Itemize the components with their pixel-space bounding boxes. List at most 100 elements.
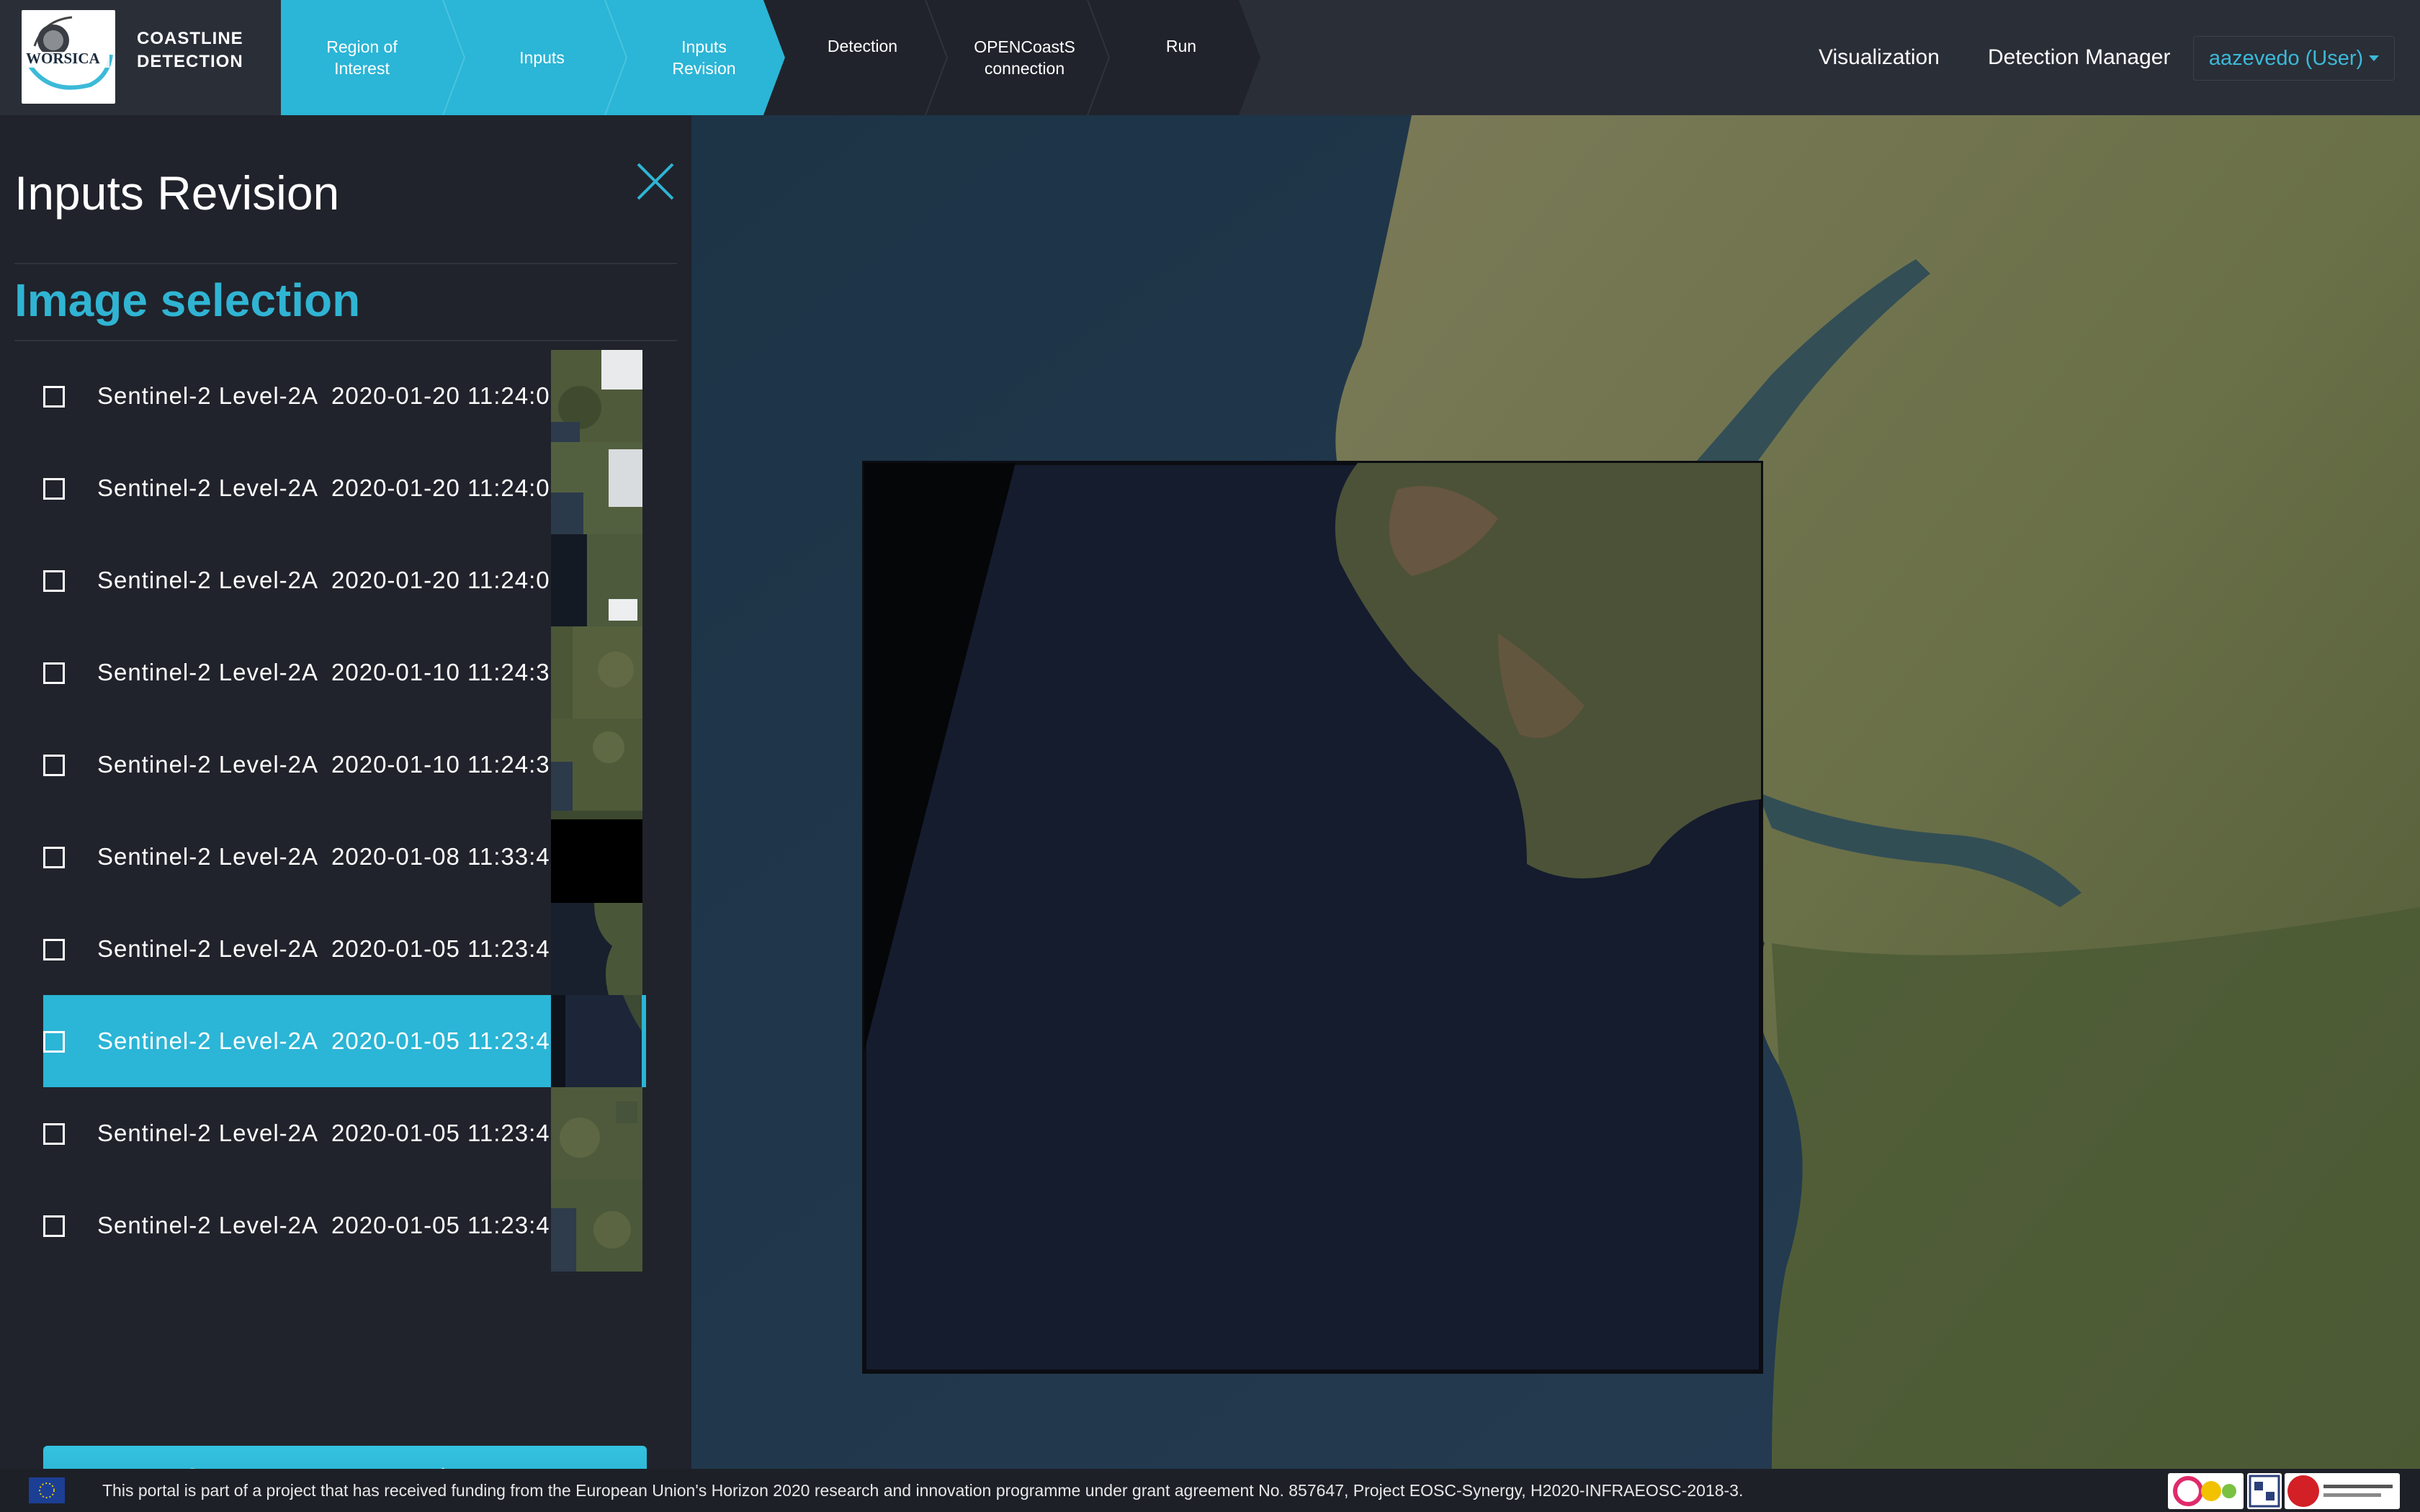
- image-thumbnail: [551, 903, 642, 995]
- logo-text: WORSICA: [26, 50, 100, 67]
- image-product: Sentinel-2 Level-2A: [97, 751, 319, 778]
- image-datetime: 2020-01-10 11:24:31: [331, 659, 564, 685]
- image-checkbox[interactable]: [43, 1123, 65, 1145]
- map-imagery: [691, 115, 2420, 1469]
- footer: This portal is part of a project that ha…: [0, 1469, 2420, 1512]
- nav-visualization[interactable]: Visualization: [1819, 0, 1940, 115]
- image-row[interactable]: Sentinel-2 Level-2A 2020-01-05 11:23:49: [43, 1179, 648, 1272]
- image-label: Sentinel-2 Level-2A 2020-01-05 11:23:49: [97, 903, 564, 995]
- brand[interactable]: WORSICA COASTLINE DETECTION: [0, 0, 281, 115]
- image-row[interactable]: Sentinel-2 Level-2A 2020-01-08 11:33:49: [43, 811, 648, 903]
- image-row[interactable]: Sentinel-2 Level-2A 2020-01-10 11:24:31: [43, 626, 648, 719]
- funding-notice: This portal is part of a project that ha…: [102, 1480, 1744, 1500]
- image-label: Sentinel-2 Level-2A 2020-01-20 11:24:01: [97, 534, 564, 626]
- image-product: Sentinel-2 Level-2A: [97, 659, 319, 685]
- image-checkbox[interactable]: [43, 755, 65, 776]
- step-label: Detection: [827, 37, 898, 55]
- step-label: Revision: [672, 59, 736, 78]
- image-label: Sentinel-2 Level-2A 2020-01-20 11:24:01: [97, 350, 564, 442]
- step-opencoasts-connection[interactable]: OPENCoastS connection: [944, 0, 1106, 115]
- partner-logo-lnec[interactable]: [2285, 1473, 2400, 1509]
- image-row[interactable]: Sentinel-2 Level-2A 2020-01-10 11:24:31: [43, 719, 648, 811]
- image-product: Sentinel-2 Level-2A: [97, 382, 319, 409]
- image-row-selected[interactable]: Sentinel-2 Level-2A 2020-01-05 11:23:49: [43, 995, 648, 1087]
- step-run[interactable]: Run: [1106, 0, 1257, 115]
- image-label: Sentinel-2 Level-2A 2020-01-08 11:33:49: [97, 811, 564, 903]
- step-label: Inputs: [681, 37, 727, 56]
- close-icon[interactable]: [634, 160, 677, 203]
- image-product: Sentinel-2 Level-2A: [97, 1027, 319, 1054]
- image-thumbnail: [551, 995, 642, 1087]
- divider: [14, 340, 677, 341]
- brand-line-2: DETECTION: [137, 52, 243, 71]
- image-product: Sentinel-2 Level-2A: [97, 567, 319, 593]
- worsica-logo-icon: WORSICA: [22, 10, 115, 104]
- image-checkbox[interactable]: [43, 386, 65, 408]
- image-checkbox[interactable]: [43, 1215, 65, 1237]
- satellite-map[interactable]: [691, 115, 2420, 1469]
- step-label: Inputs: [519, 48, 565, 67]
- image-thumbnail: [551, 1087, 642, 1179]
- image-thumbnail: [551, 350, 642, 442]
- image-thumbnail: [551, 626, 642, 719]
- step-label: Interest: [334, 59, 390, 78]
- step-region-of-interest[interactable]: Region of Interest: [281, 0, 443, 115]
- user-name: aazevedo (User): [2208, 46, 2364, 70]
- image-thumbnail: [551, 1179, 642, 1272]
- image-thumbnail: [551, 811, 642, 903]
- image-label: Sentinel-2 Level-2A 2020-01-05 11:23:49: [97, 1087, 564, 1179]
- brand-title: COASTLINE DETECTION: [137, 27, 274, 73]
- image-datetime: 2020-01-20 11:24:01: [331, 474, 564, 501]
- image-datetime: 2020-01-05 11:23:49: [331, 1212, 564, 1238]
- image-thumbnail: [551, 534, 642, 626]
- image-product: Sentinel-2 Level-2A: [97, 474, 319, 501]
- image-datetime: 2020-01-08 11:33:49: [331, 843, 564, 870]
- brand-line-1: COASTLINE: [137, 29, 243, 48]
- image-datetime: 2020-01-20 11:24:01: [331, 567, 564, 593]
- image-thumbnail: [551, 719, 642, 811]
- image-product: Sentinel-2 Level-2A: [97, 1212, 319, 1238]
- partner-logo-eosc-synergy[interactable]: [2168, 1473, 2244, 1509]
- image-checkbox[interactable]: [43, 939, 65, 960]
- eu-flag-icon: [29, 1477, 65, 1503]
- image-datetime: 2020-01-10 11:24:31: [331, 751, 564, 778]
- step-detection[interactable]: Detection: [781, 0, 944, 115]
- image-row[interactable]: Sentinel-2 Level-2A 2020-01-20 11:24:01: [43, 534, 648, 626]
- image-datetime: 2020-01-05 11:23:49: [331, 1027, 564, 1054]
- step-label: OPENCoastS: [974, 37, 1075, 56]
- user-menu-button[interactable]: aazevedo (User): [2193, 36, 2395, 81]
- section-title: Image selection: [14, 274, 361, 326]
- step-label: Region of: [326, 37, 398, 56]
- image-row[interactable]: Sentinel-2 Level-2A 2020-01-20 11:24:01: [43, 350, 648, 442]
- image-row[interactable]: Sentinel-2 Level-2A 2020-01-20 11:24:01: [43, 442, 648, 534]
- image-product: Sentinel-2 Level-2A: [97, 843, 319, 870]
- step-label: Run: [1165, 37, 1197, 55]
- image-label: Sentinel-2 Level-2A 2020-01-05 11:23:49: [97, 1179, 564, 1272]
- image-checkbox[interactable]: [43, 662, 65, 684]
- panel-title: Inputs Revision: [14, 166, 340, 220]
- image-label: Sentinel-2 Level-2A 2020-01-10 11:24:31: [97, 719, 564, 811]
- image-product: Sentinel-2 Level-2A: [97, 935, 319, 962]
- divider: [14, 263, 677, 264]
- wizard-steps: Region of Interest Inputs Inputs Revision …: [281, 0, 1260, 115]
- selected-accent: [642, 995, 646, 1087]
- step-inputs-revision[interactable]: Inputs Revision: [623, 0, 785, 115]
- image-label: Sentinel-2 Level-2A 2020-01-05 11:23:49: [97, 995, 564, 1087]
- image-checkbox[interactable]: [43, 847, 65, 868]
- image-label: Sentinel-2 Level-2A 2020-01-20 11:24:01: [97, 442, 564, 534]
- nav-detection-manager[interactable]: Detection Manager: [1988, 0, 2170, 115]
- image-checkbox[interactable]: [43, 570, 65, 592]
- image-product: Sentinel-2 Level-2A: [97, 1120, 319, 1146]
- image-datetime: 2020-01-05 11:23:49: [331, 1120, 564, 1146]
- image-label: Sentinel-2 Level-2A 2020-01-10 11:24:31: [97, 626, 564, 719]
- image-checkbox[interactable]: [43, 478, 65, 500]
- image-datetime: 2020-01-20 11:24:01: [331, 382, 564, 409]
- image-row[interactable]: Sentinel-2 Level-2A 2020-01-05 11:23:49: [43, 903, 648, 995]
- image-row[interactable]: Sentinel-2 Level-2A 2020-01-05 11:23:49: [43, 1087, 648, 1179]
- step-inputs[interactable]: Inputs: [461, 0, 623, 115]
- image-datetime: 2020-01-05 11:23:49: [331, 935, 564, 962]
- partner-logo-incd[interactable]: [2247, 1473, 2282, 1509]
- image-checkbox[interactable]: [43, 1031, 65, 1053]
- image-thumbnail: [551, 442, 642, 534]
- top-header: WORSICA COASTLINE DETECTION Region of Int…: [0, 0, 2420, 115]
